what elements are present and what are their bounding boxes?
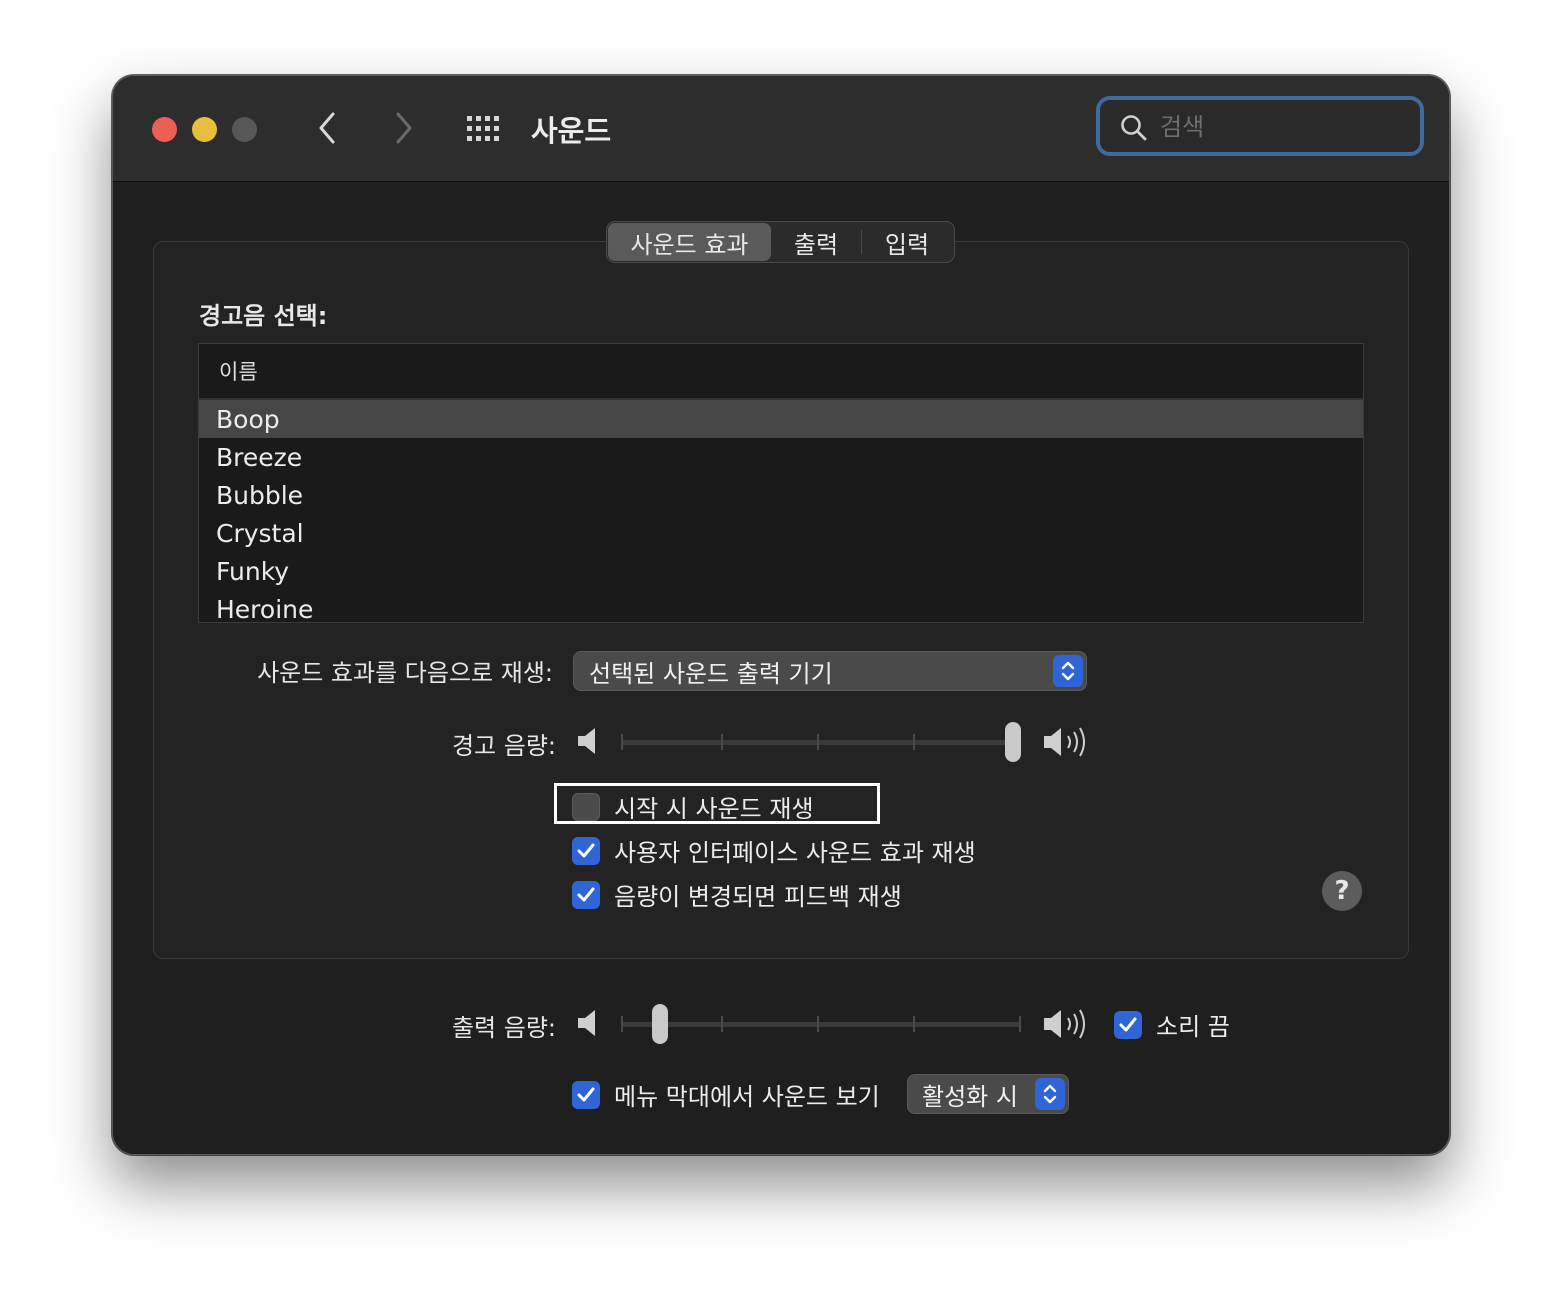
tab-sound-effects[interactable]: 사운드 효과 xyxy=(608,223,771,261)
search-icon xyxy=(1120,114,1148,146)
back-button[interactable] xyxy=(310,108,346,148)
menubar-sound-option[interactable]: 메뉴 막대에서 사운드 보기 xyxy=(572,1077,880,1112)
menubar-show-value: 활성화 시 xyxy=(922,1082,1018,1111)
ui-sound-label: 사용자 인터페이스 사운드 효과 재생 xyxy=(614,839,976,867)
output-volume-knob[interactable] xyxy=(651,1004,668,1044)
play-through-label: 사운드 효과를 다음으로 재생: xyxy=(257,659,553,687)
volume-feedback-checkbox[interactable] xyxy=(572,880,600,909)
list-item[interactable]: Crystal xyxy=(199,514,1363,552)
list-item[interactable]: Breeze xyxy=(199,438,1363,476)
list-item[interactable]: Heroine xyxy=(199,590,1363,623)
menubar-show-popup[interactable]: 활성화 시 xyxy=(907,1074,1069,1114)
forward-button[interactable] xyxy=(385,108,421,148)
ui-sound-option[interactable]: 사용자 인터페이스 사운드 효과 재생 xyxy=(572,833,976,868)
window-title: 사운드 xyxy=(531,114,612,148)
ui-sound-checkbox[interactable] xyxy=(572,836,600,865)
tab-output[interactable]: 출력 xyxy=(771,230,862,259)
checkmark-icon xyxy=(577,1087,595,1101)
up-down-arrows-icon xyxy=(1053,655,1083,687)
speaker-low-icon xyxy=(575,726,601,760)
volume-feedback-label: 음량이 변경되면 피드백 재생 xyxy=(614,883,902,911)
list-item[interactable]: Funky xyxy=(199,552,1363,590)
mute-checkbox[interactable] xyxy=(1114,1010,1142,1039)
startup-sound-option[interactable]: 시작 시 사운드 재생 xyxy=(572,789,814,824)
chevron-right-icon xyxy=(396,112,412,144)
mute-label: 소리 끔 xyxy=(1156,1013,1230,1041)
list-item[interactable]: Boop xyxy=(199,400,1363,438)
startup-sound-checkbox[interactable] xyxy=(572,792,600,821)
alert-volume-slider[interactable] xyxy=(621,722,1021,762)
tab-bar: 사운드 효과 출력 입력 xyxy=(606,221,955,263)
checkmark-icon xyxy=(577,887,595,901)
search-input[interactable] xyxy=(1158,110,1412,144)
minimize-button[interactable] xyxy=(192,117,217,142)
volume-feedback-option[interactable]: 음량이 변경되면 피드백 재생 xyxy=(572,877,902,912)
play-through-value: 선택된 사운드 출력 기기 xyxy=(589,659,833,688)
tab-input[interactable]: 입력 xyxy=(862,223,952,261)
grid-icon xyxy=(467,116,499,141)
speaker-low-icon xyxy=(575,1008,601,1042)
up-down-arrows-icon xyxy=(1035,1078,1065,1110)
speaker-high-icon xyxy=(1041,1006,1091,1046)
sound-preferences-window: 사운드 사운드 효과 출력 입력 경고음 선택: 이름 Boop Breeze … xyxy=(112,75,1450,1155)
chevron-left-icon xyxy=(319,112,335,144)
zoom-button[interactable] xyxy=(232,117,257,142)
alert-sound-label: 경고음 선택: xyxy=(199,302,328,330)
close-button[interactable] xyxy=(152,117,177,142)
output-volume-slider[interactable] xyxy=(621,1004,1021,1044)
alert-sound-list[interactable]: 이름 Boop Breeze Bubble Crystal Funky Hero… xyxy=(198,343,1364,623)
play-through-popup[interactable]: 선택된 사운드 출력 기기 xyxy=(573,651,1087,691)
menubar-sound-label: 메뉴 막대에서 사운드 보기 xyxy=(614,1083,880,1111)
speaker-high-icon xyxy=(1041,724,1091,764)
list-item[interactable]: Bubble xyxy=(199,476,1363,514)
column-header-name[interactable]: 이름 xyxy=(199,344,1363,400)
checkmark-icon xyxy=(1119,1017,1137,1031)
startup-sound-label: 시작 시 사운드 재생 xyxy=(614,795,814,823)
titlebar: 사운드 xyxy=(113,76,1449,182)
checkmark-icon xyxy=(577,843,595,857)
search-field[interactable] xyxy=(1096,96,1424,156)
output-volume-label: 출력 음량: xyxy=(451,1014,556,1042)
menubar-sound-checkbox[interactable] xyxy=(572,1080,600,1109)
help-button[interactable]: ? xyxy=(1322,871,1362,911)
alert-volume-label: 경고 음량: xyxy=(451,732,556,760)
show-all-button[interactable] xyxy=(465,114,505,144)
alert-volume-knob[interactable] xyxy=(1005,722,1021,762)
mute-option[interactable]: 소리 끔 xyxy=(1114,1007,1230,1042)
